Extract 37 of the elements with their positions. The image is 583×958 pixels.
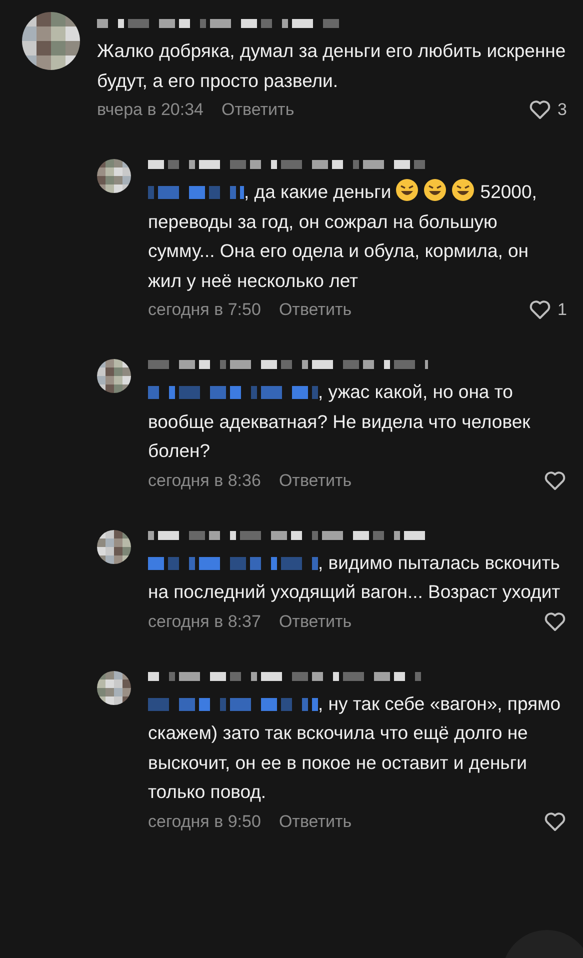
comment-time: сегодня в 7:50: [148, 300, 261, 320]
heart-icon: [543, 610, 567, 634]
like-button[interactable]: 3: [528, 98, 567, 122]
reply-link[interactable]: Ответить: [278, 470, 352, 490]
comment-time: сегодня в 8:37: [148, 612, 261, 632]
laughing-emoji-icon: [451, 178, 476, 202]
comment-text: , ужас какой, но она то вообще адекватная? Не видела что человек болен?: [148, 380, 532, 463]
reply-link[interactable]: Ответить: [278, 812, 352, 832]
reply-link[interactable]: Ответить: [222, 100, 294, 120]
blurred-mention[interactable]: [148, 184, 244, 200]
comment-text: , видимо пыталась вскочить на последний уходящий вагон... Возраст уходит: [148, 550, 562, 604]
comment-text: , да какие деньги 52000, переводы за год, он сожрал на большую сумму... Она его одела и обула, кормила, он жил у неё несколько лет: [148, 177, 567, 295]
like-button[interactable]: [543, 810, 567, 834]
comment-text: , ну так себе «вагон», прямо скажем) зато так вскочила что ещё долго не выскочит, он ее в покое не оставит и деньги только повод.: [148, 692, 562, 804]
like-button[interactable]: [543, 610, 567, 634]
like-button[interactable]: [543, 468, 567, 492]
blurred-mention[interactable]: [148, 696, 318, 712]
avatar[interactable]: [97, 359, 131, 393]
blurred-mention[interactable]: [148, 554, 318, 570]
comment-time: сегодня в 8:36: [148, 470, 261, 490]
avatar[interactable]: [97, 159, 131, 193]
heart-icon: [528, 298, 552, 322]
heart-icon: [528, 98, 552, 122]
comment-time: сегодня в 9:50: [148, 812, 261, 832]
heart-icon: [543, 468, 567, 492]
laughing-emoji-icon: [423, 178, 448, 202]
comment-text: Жалко добряка, думал за деньги его любить искренне будут, а его просто развели.: [97, 39, 567, 93]
blurred-mention[interactable]: [148, 384, 318, 400]
reply-link[interactable]: Ответить: [278, 300, 352, 320]
avatar[interactable]: [97, 530, 131, 564]
laughing-emoji-icon: [395, 178, 420, 202]
avatar[interactable]: [97, 670, 131, 704]
reply-link[interactable]: Ответить: [278, 612, 352, 632]
comment-time: вчера в 20:34: [97, 100, 204, 120]
like-button[interactable]: 1: [528, 298, 567, 322]
heart-icon: [543, 810, 567, 834]
avatar[interactable]: [22, 12, 80, 70]
